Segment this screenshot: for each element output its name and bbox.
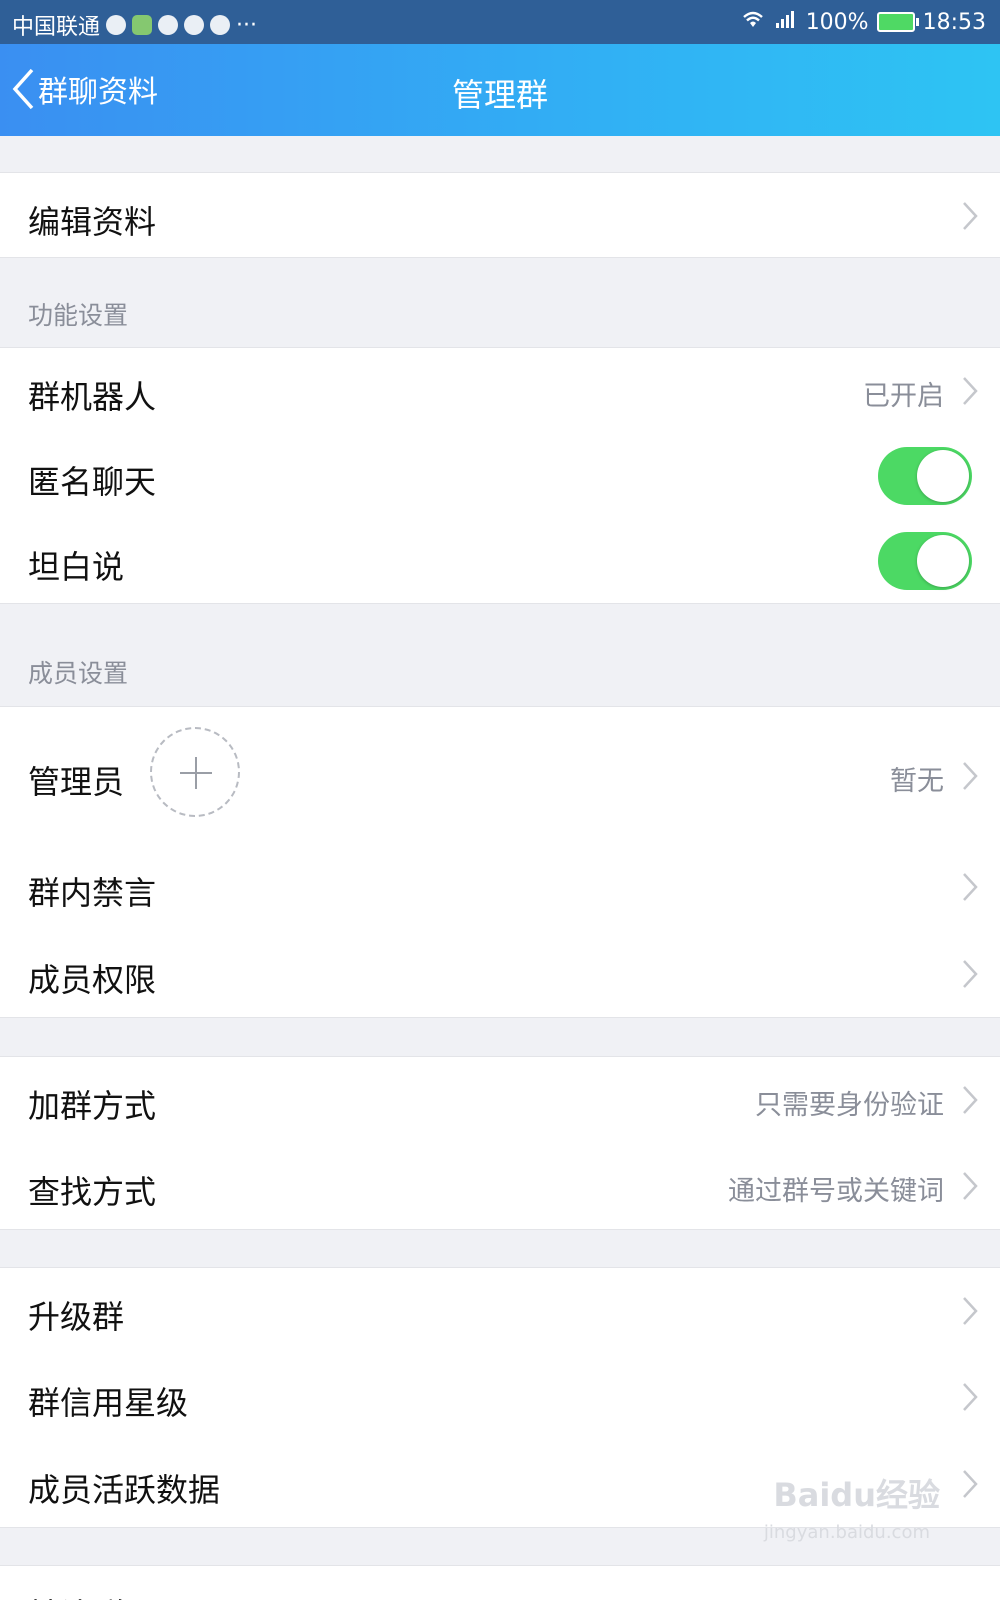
message-bubble-icon: [158, 15, 179, 35]
chevron-right-icon: [963, 377, 978, 405]
frank-talk-toggle[interactable]: [878, 532, 972, 590]
chevron-right-icon: [963, 1383, 978, 1411]
status-bar: 中国联通 ··· 100% 18:53: [0, 0, 1000, 44]
row-group-robot[interactable]: 群机器人 已开启: [0, 347, 1000, 434]
row-label: 匿名聊天: [28, 463, 157, 501]
row-partial[interactable]: 转让群: [0, 1565, 1000, 1600]
row-group-credit[interactable]: 群信用星级: [0, 1354, 1000, 1442]
chevron-right-icon: [963, 1297, 978, 1325]
wifi-icon: [740, 9, 766, 35]
chevron-right-icon: [963, 1086, 978, 1114]
anonymous-chat-toggle[interactable]: [878, 447, 972, 505]
section-label: 成员设置: [28, 659, 129, 688]
row-value: 已开启: [863, 381, 944, 412]
row-upgrade-group[interactable]: 升级群: [0, 1267, 1000, 1355]
toggle-knob: [917, 450, 969, 502]
row-label: 升级群: [28, 1298, 125, 1336]
toggle-knob: [917, 535, 969, 587]
carrier-label: 中国联通: [12, 15, 101, 40]
row-edit-profile[interactable]: 编辑资料: [0, 172, 1000, 258]
row-label: 坦白说: [28, 548, 125, 586]
row-member-permissions[interactable]: 成员权限: [0, 931, 1000, 1018]
row-label: 编辑资料: [28, 203, 157, 241]
row-value: 只需要身份验证: [755, 1090, 944, 1121]
more-notifications-icon: ···: [236, 12, 257, 38]
video-play-icon: [210, 15, 231, 35]
row-label: 加群方式: [28, 1087, 157, 1125]
row-join-method[interactable]: 加群方式 只需要身份验证: [0, 1056, 1000, 1144]
chevron-right-icon: [963, 960, 978, 988]
app-notification-icon: [132, 15, 153, 35]
chevron-right-icon: [963, 202, 978, 230]
chevron-right-icon: [963, 1172, 978, 1200]
row-frank-talk: 坦白说: [0, 518, 1000, 604]
clock: 18:53: [922, 9, 986, 35]
row-label: 群机器人: [28, 378, 157, 416]
row-label: 群内禁言: [28, 874, 157, 912]
row-label: 转让群: [28, 1590, 124, 1600]
battery-percent: 100%: [805, 9, 869, 35]
chevron-right-icon: [963, 1470, 978, 1498]
page-title: 管理群: [451, 76, 548, 114]
row-label: 成员活跃数据: [28, 1471, 221, 1509]
watermark-brand: Baidu经验: [773, 1476, 940, 1514]
navigation-bar: 群聊资料 管理群: [0, 44, 1000, 136]
row-label: 成员权限: [28, 961, 157, 999]
row-group-mute[interactable]: 群内禁言: [0, 844, 1000, 932]
battery-icon: [876, 12, 919, 32]
add-admin-button[interactable]: [150, 727, 240, 817]
chevron-right-icon: [963, 873, 978, 901]
chevron-right-icon: [963, 762, 978, 790]
row-value: 暂无: [890, 766, 944, 797]
row-label: 管理员: [28, 763, 125, 801]
section-label: 功能设置: [28, 301, 129, 330]
signal-icon: [774, 9, 798, 35]
row-label: 群信用星级: [28, 1384, 189, 1422]
row-search-method[interactable]: 查找方式 通过群号或关键词: [0, 1143, 1000, 1230]
watermark-url: jingyan.baidu.com: [763, 1522, 930, 1543]
k-app-icon: [106, 15, 127, 35]
row-admins[interactable]: 管理员 暂无: [0, 706, 1000, 845]
browser-icon: [184, 15, 205, 35]
row-value: 通过群号或关键词: [728, 1176, 944, 1207]
row-label: 查找方式: [28, 1173, 157, 1211]
row-anonymous-chat: 匿名聊天: [0, 433, 1000, 519]
